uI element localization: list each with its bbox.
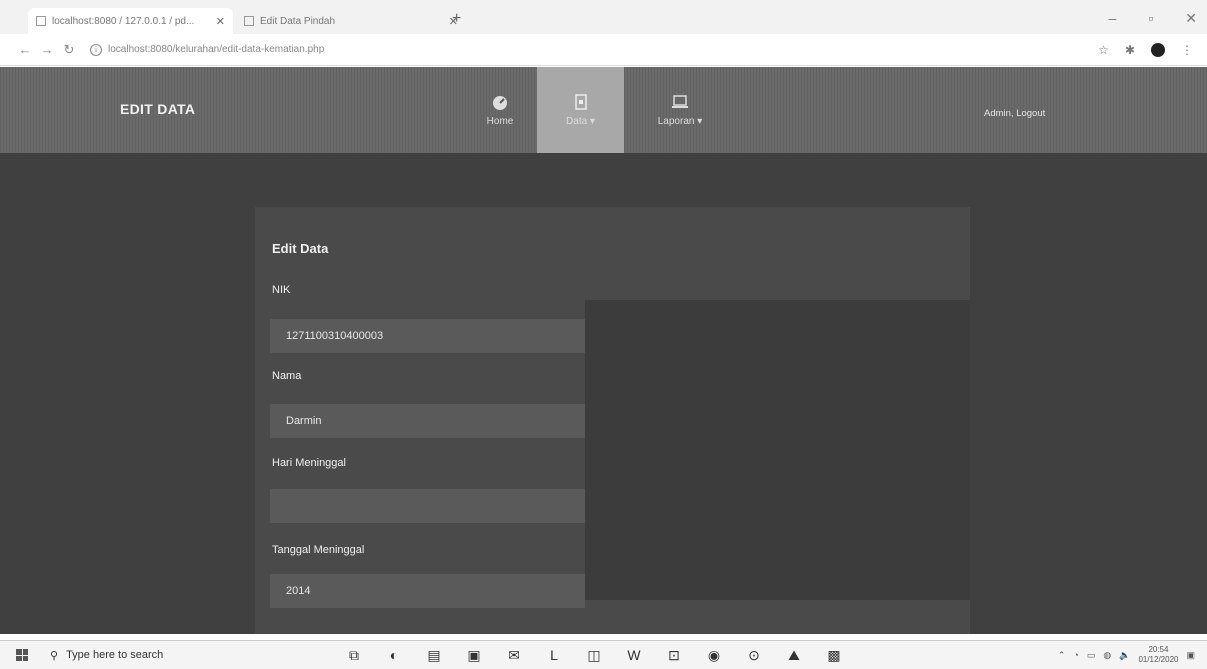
document-icon (574, 93, 587, 110)
laptop-icon (672, 94, 688, 108)
page-brand: EDIT DATA (120, 101, 196, 117)
admin-logout-link[interactable]: Admin, Logout (984, 108, 1045, 119)
tanggal-meninggal-label: Tanggal Meninggal (272, 544, 365, 556)
store-icon[interactable]: ▣ (465, 647, 483, 664)
edge-icon[interactable]: ◐ (385, 647, 403, 663)
nav-laporan-label: Laporan ▾ (657, 115, 703, 127)
extensions-icon[interactable]: ✱ (1125, 43, 1135, 57)
nav-home-label: Home (486, 115, 514, 127)
browser-tab-bar: localhost:8080 / 127.0.0.1 / pd... ✕ Edi… (0, 0, 1207, 34)
nama-input[interactable]: Darmin (270, 404, 585, 438)
app-icon[interactable]: ⊙ (745, 647, 763, 664)
page: EDIT DATA Home Data ▾ Laporan ▾ Admin, L… (0, 67, 1207, 634)
tab-title: Edit Data Pindah (260, 15, 336, 27)
nama-label: Nama (272, 370, 302, 382)
nav-data[interactable]: Data ▾ (537, 67, 624, 153)
taskbar-apps: ⧉ ◐ ▤ ▣ ✉ L ◫ W ⊡ ◉ ⊙ ⛰ ▩ (345, 647, 843, 664)
nav-home[interactable]: Home (470, 67, 530, 153)
app-icon[interactable]: ▩ (825, 647, 843, 664)
back-icon[interactable]: ← (14, 42, 36, 57)
taskbar-clock[interactable]: 20:54 01/12/2020 (1138, 645, 1178, 665)
menu-icon[interactable]: ⋮ (1181, 43, 1193, 57)
nav-data-label: Data ▾ (566, 115, 595, 127)
form-card-shade (585, 300, 970, 600)
browser-tab-phpmyadmin[interactable]: localhost:8080 / 127.0.0.1 / pd... ✕ (28, 8, 233, 34)
tray-chevron-icon[interactable]: ⌃ (1058, 650, 1066, 661)
dashboard-icon (493, 95, 507, 110)
word-icon[interactable]: W (625, 647, 643, 663)
toolbar-right: ☆ ✱ ⋮ (1098, 42, 1193, 57)
task-view-icon[interactable]: ⧉ (345, 647, 363, 664)
reload-icon[interactable]: ↻ (58, 42, 80, 58)
close-tab-icon[interactable]: ✕ (216, 15, 225, 28)
minimize-icon[interactable]: – (1109, 10, 1117, 27)
tab-title: localhost:8080 / 127.0.0.1 / pd... (52, 15, 195, 27)
nik-input[interactable]: 1271100310400003 (270, 319, 585, 353)
url-text: localhost:8080/kelurahan/edit-data-kemat… (108, 44, 325, 55)
l-app-icon[interactable]: L (545, 647, 563, 663)
battery-icon[interactable]: ▭ (1087, 650, 1096, 661)
app-icon[interactable]: ◫ (585, 647, 603, 664)
new-tab-button[interactable]: + (452, 10, 461, 28)
windows-start-icon[interactable] (16, 649, 28, 661)
tab-favicon-icon (244, 16, 254, 26)
app-icon[interactable]: ⊡ (665, 647, 683, 664)
site-navbar: EDIT DATA Home Data ▾ Laporan ▾ Admin, L… (0, 67, 1207, 153)
search-icon: ⚲ (50, 649, 59, 662)
photos-icon[interactable]: ⛰ (785, 647, 803, 664)
clock-date: 01/12/2020 (1138, 655, 1179, 664)
windows-taskbar: ⚲ Type here to search ⧉ ◐ ▤ ▣ ✉ L ◫ W ⊡ … (0, 640, 1207, 669)
file-explorer-icon[interactable]: ▤ (425, 647, 443, 664)
tab-favicon-icon (36, 16, 46, 26)
profile-avatar[interactable] (1151, 42, 1165, 57)
browser-tab-edit-data[interactable]: Edit Data Pindah ✕ (236, 8, 466, 34)
address-bar: ← → ↻ i localhost:8080/kelurahan/edit-da… (0, 34, 1207, 66)
tanggal-meninggal-input[interactable]: 2014 (270, 574, 585, 608)
forward-icon[interactable]: → (36, 42, 58, 57)
info-icon[interactable]: i (90, 43, 102, 56)
chrome-icon[interactable]: ◉ (705, 647, 723, 664)
nav-laporan[interactable]: Laporan ▾ (640, 67, 720, 153)
volume-icon[interactable]: 🔈 (1119, 650, 1130, 661)
hari-meninggal-label: Hari Meninggal (272, 457, 346, 469)
wifi-icon[interactable]: ◍ (1103, 650, 1111, 661)
close-window-icon[interactable]: ✕ (1185, 10, 1197, 27)
form-title: Edit Data (272, 241, 329, 256)
hari-meninggal-input[interactable] (270, 489, 585, 523)
system-tray: ⌃ ◔ ▭ ◍ 🔈 20:54 01/12/2020 ▣ (1058, 645, 1195, 665)
url-field[interactable]: i localhost:8080/kelurahan/edit-data-kem… (90, 43, 325, 56)
nik-label: NIK (272, 284, 291, 296)
clock-time: 20:54 (1148, 645, 1169, 654)
window-controls: – ▫ ✕ (1109, 10, 1198, 27)
notifications-icon[interactable]: ▣ (1186, 650, 1195, 661)
bookmark-star-icon[interactable]: ☆ (1098, 43, 1109, 57)
mail-icon[interactable]: ✉ (505, 647, 523, 664)
taskbar-search[interactable]: ⚲ Type here to search (50, 649, 310, 662)
restore-icon[interactable]: ▫ (1148, 10, 1153, 27)
taskbar-search-placeholder: Type here to search (66, 649, 164, 661)
network-icon[interactable]: ◔ (1073, 650, 1078, 660)
